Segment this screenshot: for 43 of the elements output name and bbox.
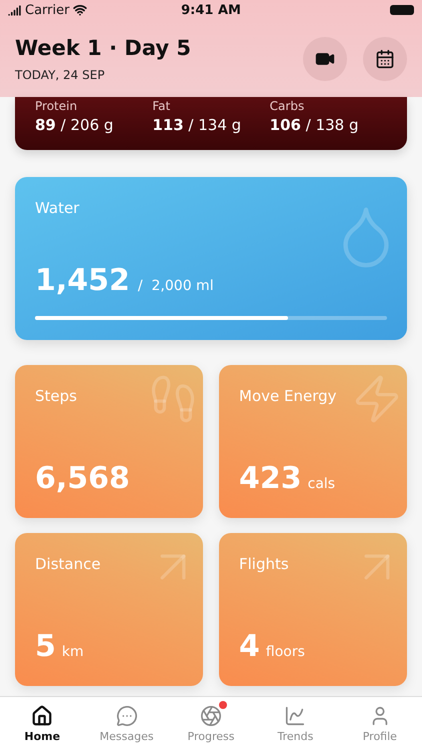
macro-value: 113 / 134 g	[152, 116, 242, 134]
date-label: TODAY, 24 SEP	[15, 68, 106, 82]
card-title: Steps	[35, 387, 78, 405]
video-button[interactable]	[303, 36, 347, 80]
metric-card[interactable]: Steps 6,568	[15, 365, 203, 518]
card-title: Move Energy	[239, 387, 338, 405]
chat-icon	[116, 704, 138, 726]
tab[interactable]: Profile	[338, 697, 422, 750]
tab[interactable]: Progress	[168, 697, 254, 750]
metric-card[interactable]: Flights 4 floors	[219, 533, 407, 686]
metric-value: 423	[239, 461, 302, 496]
water-amount: 1,452	[35, 263, 130, 298]
calendar-button[interactable]	[363, 36, 407, 80]
macro-label: Fat	[152, 99, 172, 113]
home-icon	[31, 704, 54, 726]
wifi-icon	[73, 3, 88, 17]
tab[interactable]: Trends	[253, 697, 338, 750]
metric-value: 5	[35, 629, 56, 664]
chart-icon	[284, 704, 306, 726]
battery-icon	[390, 5, 414, 15]
metric-unit: cals	[308, 476, 336, 492]
tab[interactable]: Home	[0, 697, 84, 750]
metric-value: 6,568	[35, 461, 130, 496]
calendar-icon	[375, 48, 395, 68]
day-title: Week 1 · Day 5	[15, 36, 192, 60]
metric-card[interactable]: Move Energy 423 cals	[219, 365, 407, 518]
water-goal: / 2,000 ml	[138, 278, 214, 294]
clock-time: 9:41 AM	[181, 2, 241, 18]
macro-value: 89 / 206 g	[35, 116, 114, 134]
card-title: Distance	[35, 555, 102, 573]
metric-unit: km	[62, 644, 84, 660]
macro-label: Protein	[35, 99, 78, 113]
water-card[interactable]: Water 1,452 / 2,000 ml	[15, 177, 407, 340]
metric-value: 4	[239, 629, 260, 664]
signal-icon	[8, 4, 21, 16]
macro-label: Carbs	[270, 99, 306, 113]
metric-card[interactable]: Distance 5 km	[15, 533, 203, 686]
carrier-name: Carrier	[25, 2, 70, 18]
card-title: Flights	[239, 555, 290, 573]
tab[interactable]: Messages	[84, 697, 169, 750]
card-title: Water	[35, 199, 80, 217]
metric-unit: floors	[266, 644, 305, 660]
macro-value: 106 / 138 g	[270, 116, 360, 134]
